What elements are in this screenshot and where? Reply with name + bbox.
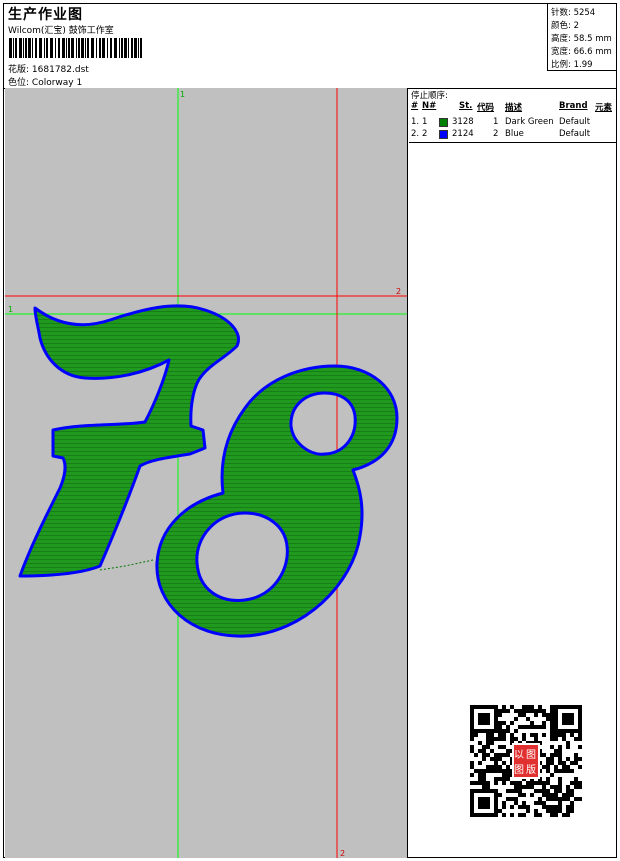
- barcode: [9, 38, 142, 58]
- red-h-label: 2: [396, 287, 401, 296]
- qr-code: 以图图版: [470, 705, 582, 817]
- col-header-description: 描述: [505, 103, 523, 113]
- design-preview: 1 1 2 2: [5, 88, 407, 858]
- stats-box: 针数: 5254 颜色: 2 高度: 58.5 mm 宽度: 66.6 mm 比…: [547, 4, 617, 71]
- stat-value: 1.99: [573, 60, 593, 70]
- design-file-name: 1681782.dst: [31, 65, 89, 75]
- colorway-line: 色位: Colorway 1: [8, 75, 82, 88]
- stat-value: 66.6 mm: [573, 47, 612, 57]
- table-row: 2. 2 2124 2 Blue Default: [409, 129, 616, 141]
- green-h-label: 1: [8, 305, 13, 314]
- colorway-label: 色位:: [8, 78, 30, 88]
- row-code: 2: [493, 129, 499, 139]
- row-index: 2.: [411, 129, 420, 139]
- stat-height: 高度: 58.5 mm: [551, 32, 612, 44]
- page-title: 生产作业图: [8, 7, 83, 23]
- row-description: Dark Green: [505, 117, 554, 127]
- production-sheet: 生产作业图 Wilcom(汇宝) 鼓饰工作室 花版: 1681782.dst 色…: [3, 3, 617, 858]
- stat-stitches: 针数: 5254: [551, 6, 595, 18]
- color-swatch: [439, 130, 448, 139]
- row-stitches: 3128: [452, 117, 474, 127]
- stat-value: 2: [573, 21, 579, 31]
- header: 生产作业图 Wilcom(汇宝) 鼓饰工作室 花版: 1681782.dst 色…: [4, 4, 617, 89]
- company-name: Wilcom(汇宝) 鼓饰工作室: [8, 26, 114, 36]
- digit-seven-shape: [18, 304, 240, 578]
- stat-value: 58.5 mm: [573, 34, 612, 44]
- row-brand: Default: [559, 117, 591, 127]
- red-v-label: 2: [340, 849, 345, 858]
- row-description: Blue: [505, 129, 524, 139]
- design-file-line: 花版: 1681782.dst: [8, 62, 89, 75]
- jump-stitch: [99, 559, 154, 571]
- row-needle: 1: [422, 117, 428, 127]
- stat-label: 高度:: [551, 34, 571, 44]
- stat-width: 宽度: 66.6 mm: [551, 45, 612, 57]
- stat-label: 宽度:: [551, 47, 571, 57]
- stop-sequence-table: 停止顺序: # N# St. 代码 描述 Brand 元素 1. 1 3128 …: [409, 88, 616, 143]
- green-v-label: 1: [180, 90, 185, 99]
- svg-text:版: 版: [526, 763, 536, 776]
- table-row: 1. 1 3128 1 Dark Green Default: [409, 117, 616, 129]
- stop-sequence-caption: 停止顺序:: [411, 91, 448, 101]
- row-needle: 2: [422, 129, 428, 139]
- col-header-code: 代码: [477, 103, 495, 113]
- row-stitches: 2124: [452, 129, 474, 139]
- stat-label: 颜色:: [551, 21, 571, 31]
- col-header-element: 元素: [595, 103, 613, 113]
- colorway-name: Colorway 1: [31, 78, 83, 88]
- stat-colors: 颜色: 2: [551, 19, 579, 31]
- svg-text:图: 图: [514, 764, 524, 776]
- stat-label: 针数:: [551, 8, 571, 18]
- design-canvas: 1 1 2 2: [5, 88, 408, 858]
- color-swatch: [439, 118, 448, 127]
- col-header-brand: Brand: [559, 101, 588, 111]
- row-index: 1.: [411, 117, 420, 127]
- design-file-label: 花版:: [8, 65, 30, 75]
- row-code: 1: [493, 117, 499, 127]
- col-header-needle: N#: [422, 101, 437, 111]
- svg-text:图: 图: [526, 749, 536, 761]
- svg-text:以: 以: [514, 750, 524, 761]
- stat-scale: 比例: 1.99: [551, 58, 593, 70]
- stat-value: 5254: [573, 8, 596, 18]
- stat-label: 比例:: [551, 60, 571, 70]
- row-brand: Default: [559, 129, 591, 139]
- col-header-stitches: St.: [459, 101, 473, 111]
- col-header-index: #: [411, 101, 419, 111]
